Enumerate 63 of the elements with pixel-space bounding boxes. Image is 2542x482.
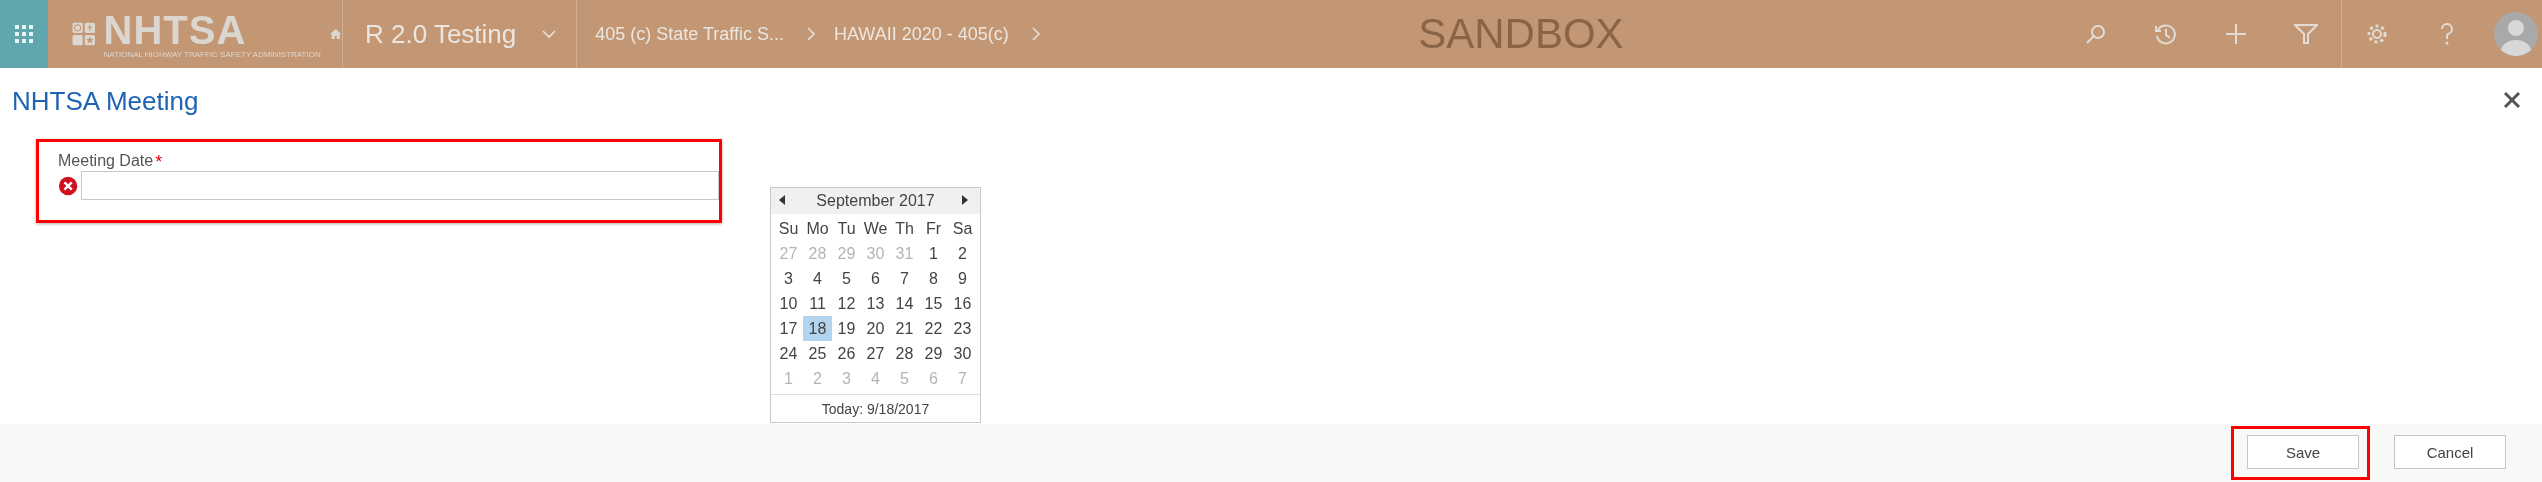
weekday-label: We	[862, 219, 889, 239]
calendar-day[interactable]: 18	[803, 316, 832, 341]
weekday-label: Th	[894, 219, 915, 239]
dialog-button[interactable]: Cancel	[2394, 435, 2506, 469]
weekday-label: Mo	[805, 219, 830, 239]
weekday-label: Su	[777, 219, 800, 239]
user-avatar[interactable]	[2494, 12, 2538, 56]
calendar-day[interactable]: 4	[803, 266, 832, 291]
dialog-button[interactable]: Save	[2247, 435, 2359, 469]
calendar-day[interactable]: 2	[948, 241, 977, 266]
calendar-day[interactable]: 11	[803, 291, 832, 316]
settings-icon	[2366, 23, 2388, 45]
calendar-day[interactable]: 19	[832, 316, 861, 341]
calendar-day[interactable]: 25	[803, 341, 832, 366]
calendar-day[interactable]: 29	[919, 341, 948, 366]
calendar-day[interactable]: 27	[861, 341, 890, 366]
weekday-label: Tu	[836, 219, 857, 239]
close-icon	[2502, 90, 2522, 110]
calendar-day[interactable]: 24	[774, 341, 803, 366]
calendar-day[interactable]: 30	[948, 341, 977, 366]
calendar-month: September 2017	[816, 192, 935, 210]
dialog-title: NHTSA Meeting	[12, 86, 199, 117]
weekday-label: Fr	[924, 219, 943, 239]
calendar-day[interactable]: 16	[948, 291, 977, 316]
environment-watermark: SANDBOX	[1417, 10, 1625, 58]
help-icon	[2440, 22, 2454, 46]
close-button[interactable]	[2502, 90, 2522, 110]
history-icon	[2154, 22, 2178, 46]
triangle-right-icon	[962, 195, 968, 205]
calendar-day[interactable]: 28	[890, 341, 919, 366]
calendar-day[interactable]: 26	[832, 341, 861, 366]
calendar-day[interactable]: 20	[861, 316, 890, 341]
triangle-left-icon	[779, 195, 785, 205]
search-icon	[2085, 23, 2107, 45]
calendar-day[interactable]: 21	[890, 316, 919, 341]
filter-icon	[2294, 23, 2318, 45]
calendar-day[interactable]: 1	[919, 241, 948, 266]
logo-subtitle: NATIONAL HIGHWAY TRAFFIC SAFETY ADMINISTRATION	[103, 49, 321, 59]
calendar-day[interactable]: 3	[774, 266, 803, 291]
calendar-day[interactable]: 14	[890, 291, 919, 316]
field-label: Meeting Date	[58, 152, 154, 169]
calendar-day[interactable]: 9	[948, 266, 977, 291]
plus-icon	[2225, 23, 2247, 45]
required-mark: *	[155, 152, 163, 172]
meeting-date-field[interactable]	[81, 171, 719, 200]
grid-icon	[15, 25, 33, 43]
calendar-day[interactable]: 17	[774, 316, 803, 341]
app-launcher-button[interactable]	[0, 0, 48, 68]
chevron-down-icon	[542, 29, 557, 39]
chevron-right-icon	[1030, 27, 1041, 41]
calendar-day[interactable]: 15	[919, 291, 948, 316]
logo-title: NHTSA	[103, 9, 248, 50]
calendar-day[interactable]: 8	[919, 266, 948, 291]
calendar-day[interactable]: 7	[890, 266, 919, 291]
calendar-day[interactable]: 5	[832, 266, 861, 291]
calendar-day[interactable]: 13	[861, 291, 890, 316]
calendar-day[interactable]: 12	[832, 291, 861, 316]
calendar-day[interactable]: 22	[919, 316, 948, 341]
calendar-day[interactable]: 23	[948, 316, 977, 341]
calendar-day[interactable]: 6	[861, 266, 890, 291]
calendar-day[interactable]: 10	[774, 291, 803, 316]
weekday-label: Sa	[951, 219, 974, 239]
chevron-right-icon	[806, 27, 817, 41]
